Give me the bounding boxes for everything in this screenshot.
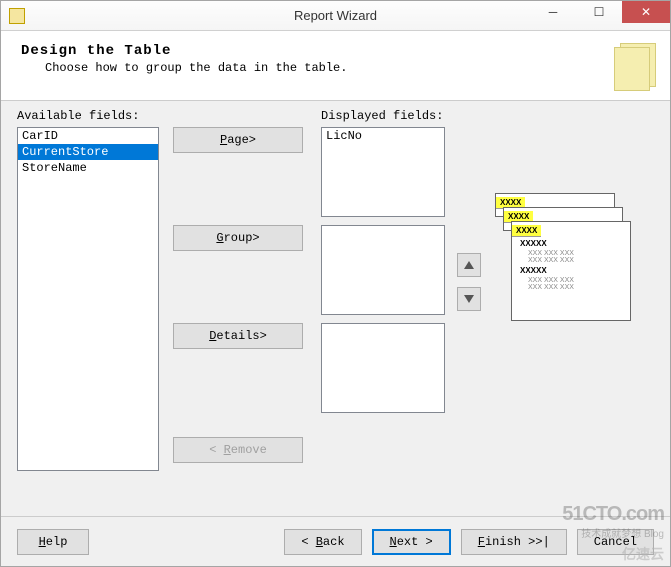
cancel-button[interactable]: Cancel	[577, 529, 654, 555]
displayed-fields-label: Displayed fields:	[321, 109, 443, 123]
arrow-up-icon	[464, 261, 474, 269]
page-title: Design the Table	[21, 43, 650, 59]
page-subtitle: Choose how to group the data in the tabl…	[45, 61, 650, 75]
assign-buttons: Page> Group> Details> < Remove	[173, 127, 303, 463]
wizard-content: Available fields: Displayed fields: CarI…	[1, 101, 670, 521]
list-item[interactable]: StoreName	[18, 160, 158, 176]
list-item[interactable]: LicNo	[322, 128, 444, 144]
next-button[interactable]: Next >	[372, 529, 451, 555]
finish-button[interactable]: Finish >>|	[461, 529, 567, 555]
list-item[interactable]: CurrentStore	[18, 144, 158, 160]
app-icon	[9, 8, 25, 24]
window-title: Report Wizard	[294, 8, 377, 23]
minimize-button[interactable]: ─	[530, 1, 576, 23]
back-button[interactable]: < Back	[284, 529, 361, 555]
maximize-button[interactable]: ☐	[576, 1, 622, 23]
arrow-down-icon	[464, 295, 474, 303]
close-button[interactable]: ✕	[622, 1, 670, 23]
wizard-window: Report Wizard ─ ☐ ✕ Design the Table Cho…	[0, 0, 671, 567]
details-button[interactable]: Details>	[173, 323, 303, 349]
move-up-button[interactable]	[457, 253, 481, 277]
group-button[interactable]: Group>	[173, 225, 303, 251]
window-controls: ─ ☐ ✕	[530, 1, 670, 23]
titlebar: Report Wizard ─ ☐ ✕	[1, 1, 670, 31]
help-button[interactable]: Help	[17, 529, 89, 555]
available-fields-listbox[interactable]: CarID CurrentStore StoreName	[17, 127, 159, 471]
group-fields-listbox[interactable]	[321, 225, 445, 315]
details-fields-listbox[interactable]	[321, 323, 445, 413]
list-item[interactable]: CarID	[18, 128, 158, 144]
table-preview: XXXX XXXX XXXX XXXXX XXX XXX XXX XXX XXX…	[495, 193, 635, 333]
available-fields-label: Available fields:	[17, 109, 139, 123]
remove-button: < Remove	[173, 437, 303, 463]
page-fields-listbox[interactable]: LicNo	[321, 127, 445, 217]
wizard-footer: Help < Back Next > Finish >>| Cancel	[1, 516, 670, 566]
move-down-button[interactable]	[457, 287, 481, 311]
wizard-header: Design the Table Choose how to group the…	[1, 31, 670, 101]
page-button[interactable]: Page>	[173, 127, 303, 153]
header-report-icon	[614, 43, 656, 91]
